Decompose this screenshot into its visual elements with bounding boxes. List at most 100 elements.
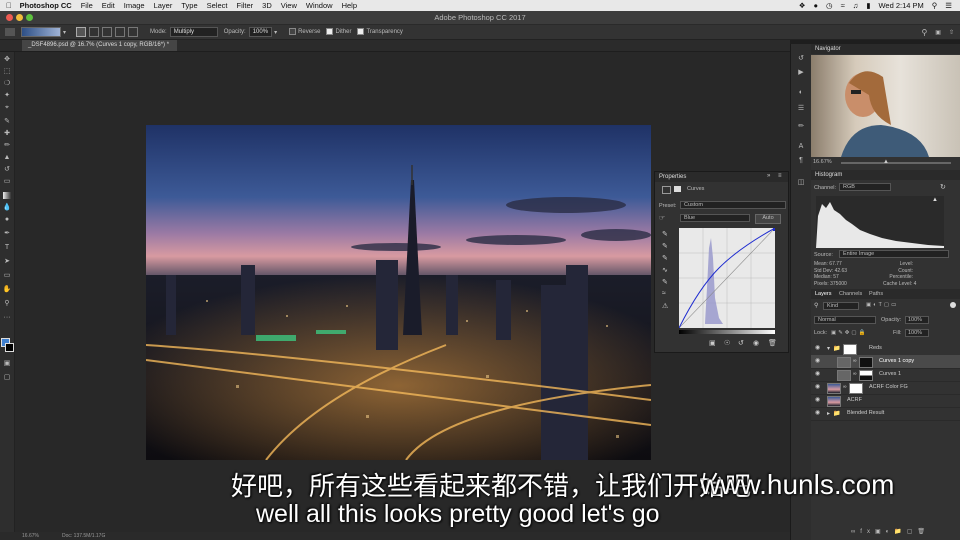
battery-icon[interactable]: ▮ [866,1,870,10]
reverse-checkbox[interactable]: Reverse [289,28,320,36]
history-panel-icon[interactable]: ↺ [796,54,806,63]
radial-gradient-icon[interactable] [89,27,100,37]
workspace-icon[interactable]: ▣ [935,29,941,36]
menu-window[interactable]: Window [306,1,333,10]
shape-tool-icon[interactable]: ▭ [2,272,12,280]
layer-row[interactable]: ◉ ∞ ACRF Color FG [811,381,960,395]
layer-row[interactable]: ◉ ▸ 📁 Blended Result [811,407,960,421]
adjustment-icon[interactable] [662,186,671,194]
layer-row[interactable]: ◉ ACRF [811,394,960,408]
menu-type[interactable]: Type [181,1,197,10]
layer-name[interactable]: Curves 1 copy [879,358,914,364]
filter-search-icon[interactable]: ⚲ [814,302,818,309]
history-brush-tool-icon[interactable]: ↺ [2,166,12,174]
pen-tool-icon[interactable]: ✒ [2,230,12,238]
group-expand-icon[interactable]: ▸ [827,410,830,417]
navigator-zoom-slider[interactable] [841,162,951,164]
status-icon[interactable]: ● [813,1,818,10]
brush-tool-icon[interactable]: ✏ [2,142,12,150]
clock[interactable]: Wed 2:14 PM [878,1,923,10]
eye-icon[interactable]: ◉ [815,345,822,351]
clock-status-icon[interactable]: ◷ [826,1,833,10]
gray-point-dropper-icon[interactable]: ✎ [662,242,668,250]
type-tool-icon[interactable]: T [2,244,12,252]
properties-panel-icon[interactable]: ☰ [796,104,806,113]
navigator-slider-thumb-icon[interactable]: ▲ [883,159,889,165]
spotlight-icon[interactable]: ⚲ [932,1,938,10]
more-tools-icon[interactable]: ··· [2,314,12,322]
clipping-warning-icon[interactable]: ⚠ [662,302,668,310]
linear-gradient-icon[interactable] [76,27,87,37]
smooth-icon[interactable]: ≈ [662,290,666,297]
lasso-tool-icon[interactable]: ❍ [2,80,12,88]
panel-menu-icon[interactable]: ≡ [778,173,782,179]
menu-help[interactable]: Help [342,1,357,10]
histogram-header[interactable]: Histogram [811,170,960,180]
layers-bottom-icons[interactable]: ∞fx▣◐📁▢🗑 [851,528,930,535]
eye-icon[interactable]: ◉ [815,397,822,403]
curves-graph[interactable] [679,228,775,328]
stamp-tool-icon[interactable]: ▲ [2,154,12,162]
layer-name[interactable]: ACRF Color FG [869,384,908,390]
menu-view[interactable]: View [281,1,297,10]
layer-name[interactable]: ACRF [847,397,862,403]
collapse-panel-icon[interactable]: » [767,173,770,179]
white-point-dropper-icon[interactable]: ✎ [662,254,668,262]
dropbox-icon[interactable]: ❖ [799,1,806,10]
wifi-icon[interactable]: ≈ [841,1,845,10]
tab-paths[interactable]: Paths [869,291,883,297]
zoom-tool-icon[interactable]: ⚲ [2,300,12,308]
layer-row[interactable]: ◉ ∞ Curves 1 [811,368,960,382]
reset-icon[interactable]: ↺ [738,339,744,347]
histogram-source-select[interactable]: Entire Image [839,250,949,258]
mode-select[interactable]: Multiply [169,27,218,37]
quick-select-tool-icon[interactable]: ✦ [2,92,12,100]
black-point-dropper-icon[interactable]: ✎ [662,230,668,238]
tab-channels[interactable]: Channels [839,291,862,297]
menu-app[interactable]: Photoshop CC [20,1,72,10]
layer-name[interactable]: Blended Result [847,410,884,416]
gradient-tool-icon-active[interactable] [2,192,12,200]
dither-checkbox[interactable]: Dither [326,28,351,36]
gradient-tool-icon[interactable] [5,28,15,36]
view-previous-icon[interactable]: ☉ [724,339,730,347]
opacity-field[interactable]: 100% [248,27,273,37]
layer-row-selected[interactable]: ◉ ∞ Curves 1 copy [811,355,960,369]
refresh-histogram-icon[interactable]: ↻ [940,183,946,191]
character-panel-icon[interactable]: A [796,142,806,151]
volume-icon[interactable]: ♫ [853,1,859,10]
layer-row[interactable]: ◉ ▾ 📁 Reds [811,342,960,356]
curve-edit-icon[interactable]: ∿ [662,266,668,274]
reflected-gradient-icon[interactable] [115,27,126,37]
menu-file[interactable]: File [81,1,93,10]
eye-icon[interactable]: ◉ [815,358,822,364]
menu-image[interactable]: Image [124,1,145,10]
layer-name[interactable]: Reds [869,345,882,351]
paragraph-panel-icon[interactable]: ¶ [796,156,806,165]
menu-layer[interactable]: Layer [154,1,173,10]
eraser-tool-icon[interactable]: ▭ [2,178,12,186]
angle-gradient-icon[interactable] [102,27,113,37]
menu-3d[interactable]: 3D [262,1,272,10]
eye-icon[interactable]: ◉ [815,410,822,416]
clip-to-layer-icon[interactable]: ▣ [709,339,716,347]
layer-name[interactable]: Curves 1 [879,371,901,377]
search-icon[interactable]: ⚲ [921,28,927,37]
dodge-tool-icon[interactable]: ● [2,216,12,224]
actions-panel-icon[interactable]: ▶ [796,68,806,77]
layer-filter-select[interactable]: Kind [823,302,859,310]
navigator-header[interactable]: Navigator [811,44,960,54]
filter-toggle-icon[interactable] [950,302,956,308]
navigator-zoom[interactable]: 16.67% [813,159,832,165]
libraries-panel-icon[interactable]: ◫ [796,178,806,187]
link-icon[interactable]: ∞ [853,371,857,377]
brush-panel-icon[interactable]: ✏ [796,122,806,131]
background-color-swatch[interactable] [5,343,14,352]
apple-icon[interactable]:  [6,1,12,10]
menu-edit[interactable]: Edit [102,1,115,10]
status-zoom[interactable]: 16.67% [22,533,39,539]
link-icon[interactable]: ∞ [853,358,857,364]
notification-center-icon[interactable]: ☰ [945,1,952,10]
menu-filter[interactable]: Filter [236,1,253,10]
channel-select[interactable]: Blue [680,214,750,222]
